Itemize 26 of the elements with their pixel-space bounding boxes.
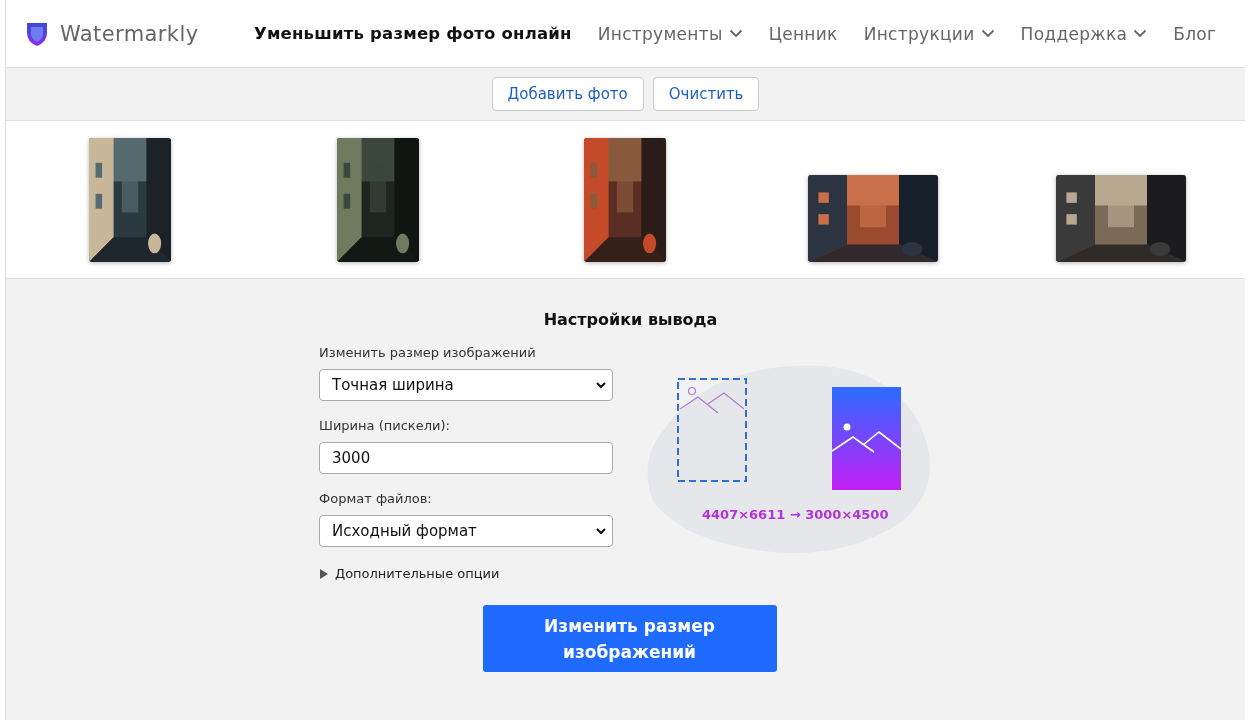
chevron-down-icon bbox=[728, 29, 743, 38]
chevron-down-icon bbox=[980, 29, 995, 38]
chevron-down-icon bbox=[596, 527, 606, 535]
more-options-toggle[interactable]: Дополнительные опции bbox=[319, 566, 500, 581]
field-label: Формат файлов: bbox=[319, 491, 433, 506]
field-label: Ширина (пискели): bbox=[319, 418, 451, 433]
width-input[interactable]: 3000 bbox=[319, 442, 613, 474]
dropdown-field[interactable]: Точная ширина bbox=[319, 369, 613, 401]
field-label: Изменить размер изображений bbox=[319, 345, 537, 360]
nav-link[interactable]: Поддержка bbox=[1020, 23, 1148, 44]
nav-link[interactable]: Ценник bbox=[768, 23, 838, 44]
resize-button[interactable]: Изменить размер изображений bbox=[482, 605, 777, 672]
disclosure-triangle-icon bbox=[319, 568, 329, 579]
nav-link[interactable]: Инструкции bbox=[863, 23, 995, 44]
nav-link[interactable]: Блог bbox=[1173, 23, 1217, 44]
dropdown-field[interactable]: Исходный формат bbox=[319, 515, 613, 547]
chevron-down-icon bbox=[596, 381, 606, 389]
nav-link[interactable]: Уменьшить размер фото онлайн bbox=[254, 24, 572, 43]
chevron-down-icon bbox=[1133, 29, 1148, 38]
toolbar-button[interactable]: Добавить фото bbox=[491, 77, 644, 111]
section-title: Настройки вывода bbox=[543, 310, 718, 329]
nav-link[interactable]: Инструменты bbox=[597, 23, 743, 44]
brand-name[interactable]: Watermarkly bbox=[60, 21, 199, 46]
shield-logo-icon[interactable] bbox=[25, 20, 49, 47]
dimensions-caption: 4407×6611 → 3000×4500 bbox=[702, 507, 889, 522]
toolbar-button[interactable]: Очистить bbox=[652, 77, 760, 111]
